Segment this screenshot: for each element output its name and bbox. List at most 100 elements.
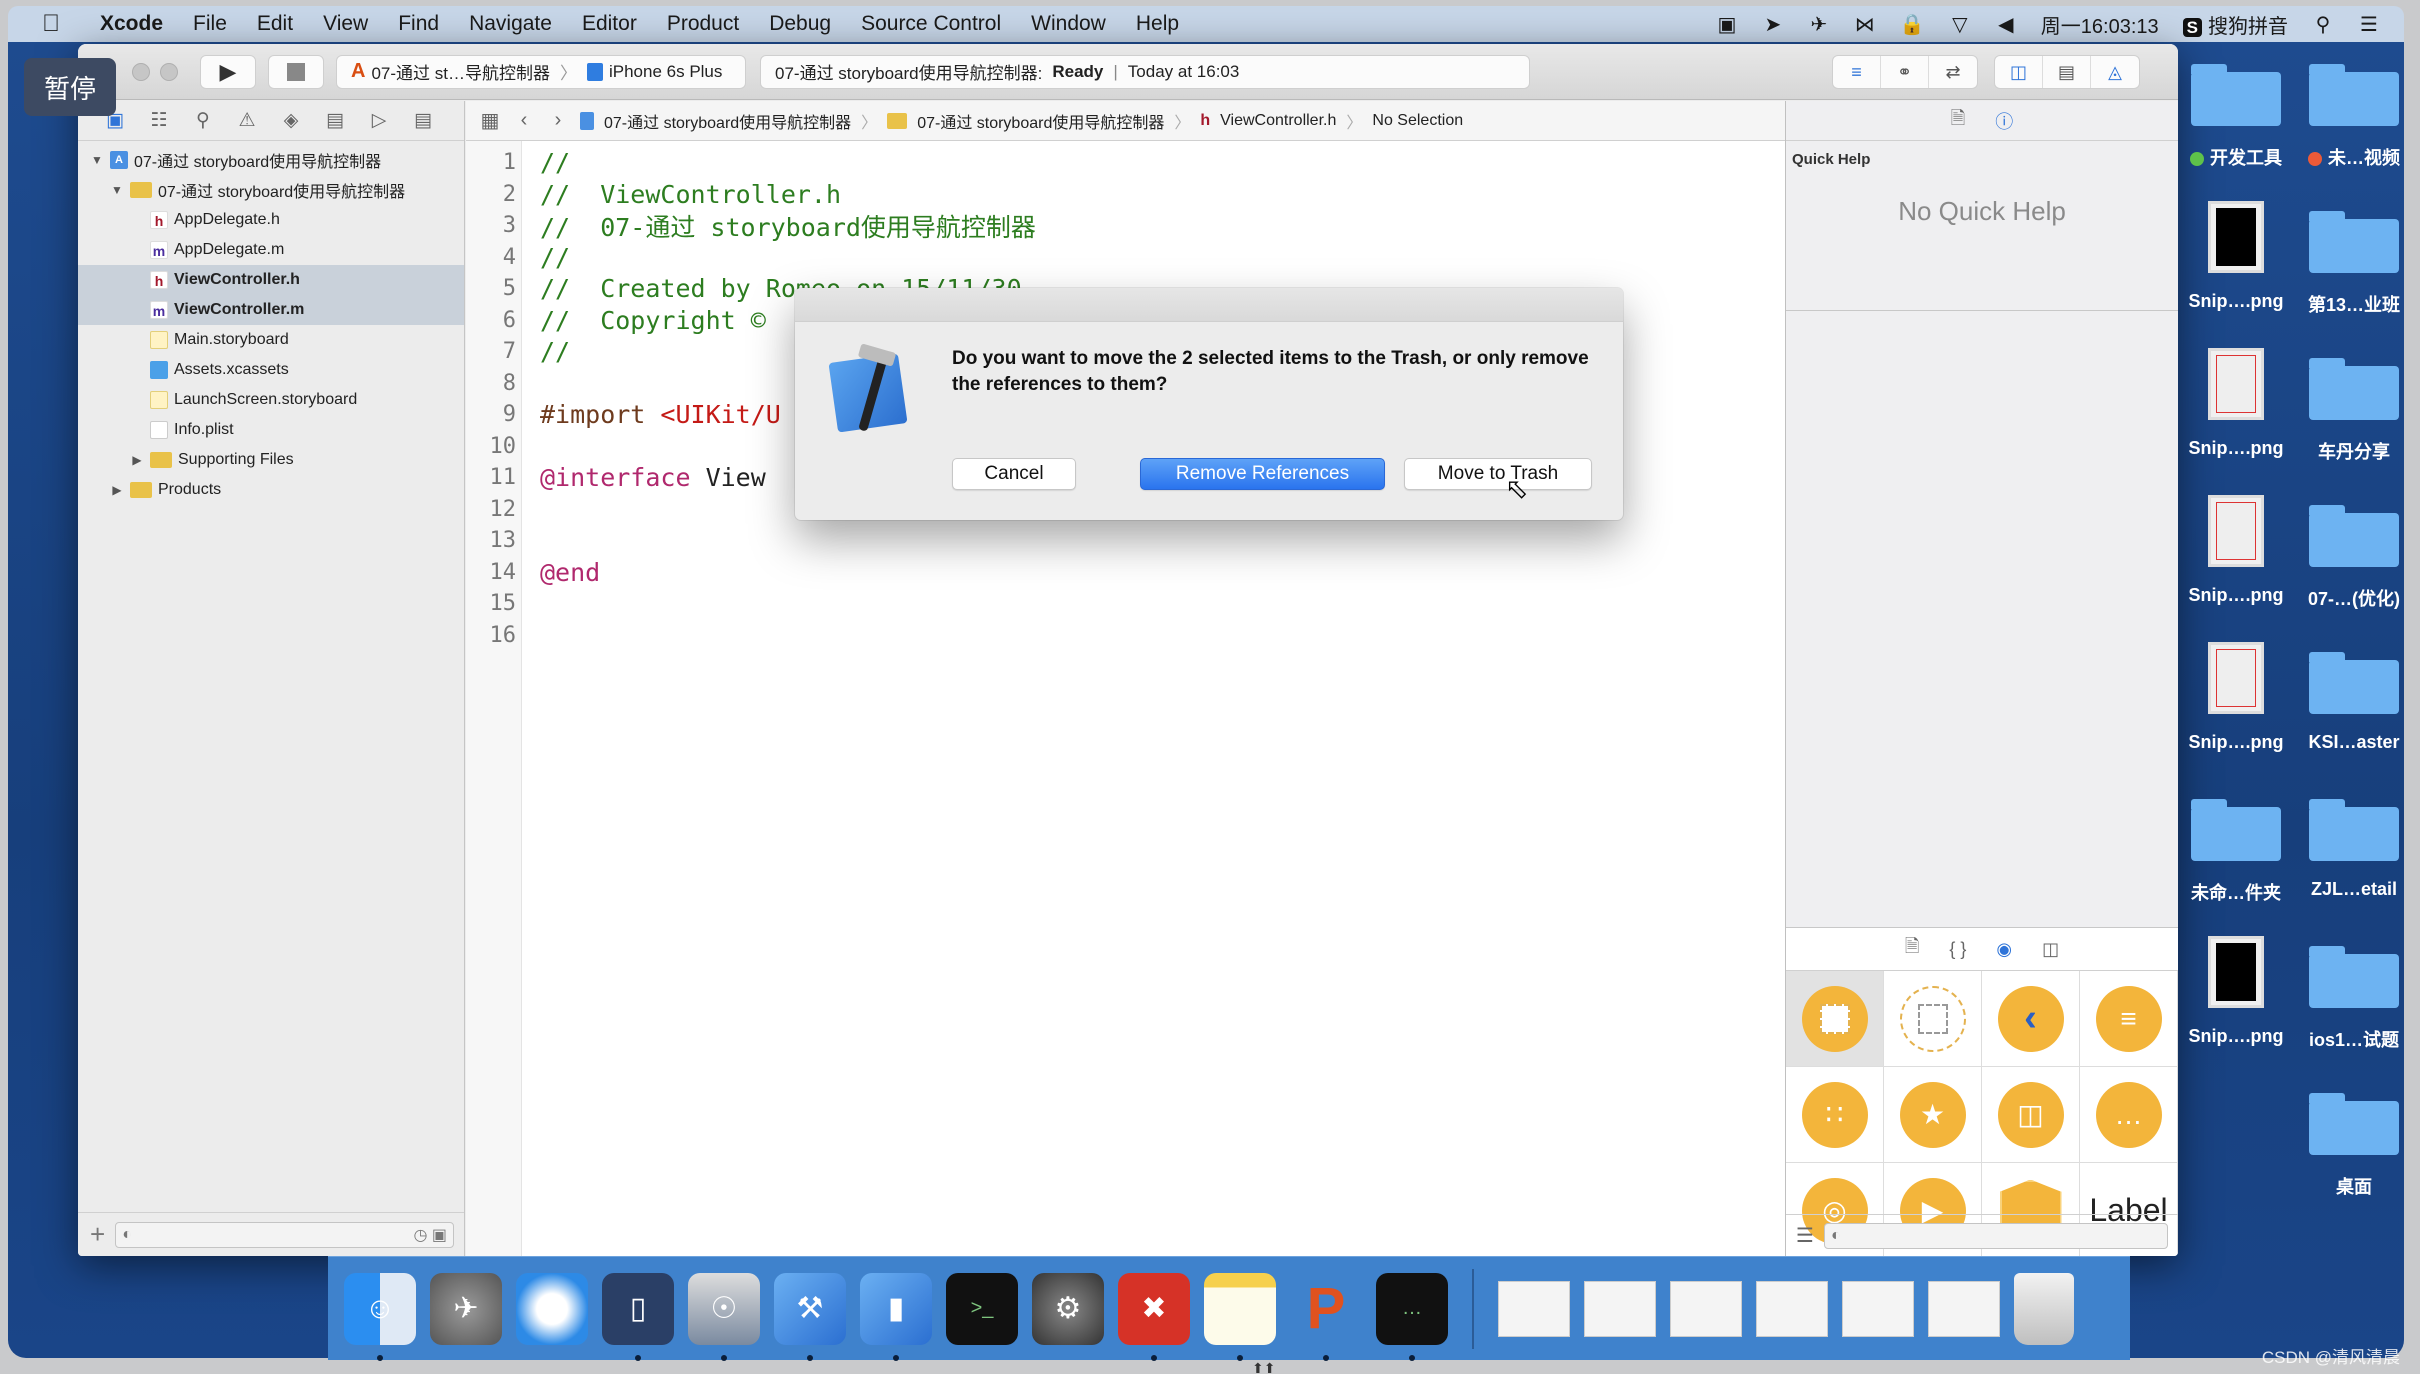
menu-editor[interactable]: Editor bbox=[582, 12, 637, 36]
file-tree-item[interactable]: ▶ Supporting Files bbox=[78, 445, 464, 475]
menu-window[interactable]: Window bbox=[1031, 12, 1106, 36]
dock-screen-recorder-icon[interactable]: ☉ bbox=[688, 1272, 760, 1361]
code-line[interactable]: 12 bbox=[466, 494, 540, 526]
code-line[interactable]: 15 bbox=[466, 588, 540, 620]
spotlight-search-icon[interactable]: ⚲ bbox=[2312, 12, 2334, 37]
breadcrumb-project[interactable]: 07-通过 storyboard使用导航控制器 bbox=[604, 109, 851, 133]
desktop-item[interactable]: 未…视频 bbox=[2296, 64, 2412, 170]
file-tree-item[interactable]: LaunchScreen.storyboard bbox=[78, 385, 464, 415]
move-to-trash-button[interactable]: Move to Trash bbox=[1404, 458, 1592, 490]
navigator-filter-input[interactable]: ◐ ◷ ▣ bbox=[115, 1221, 454, 1248]
file-tree-item[interactable]: m AppDelegate.m bbox=[78, 235, 464, 265]
code-line[interactable]: 14 @end bbox=[466, 557, 601, 589]
desktop-item[interactable]: 第13…业班 bbox=[2296, 211, 2412, 317]
code-line[interactable]: 16 bbox=[466, 620, 540, 652]
dock-simulator-icon[interactable]: ▮ bbox=[860, 1272, 932, 1361]
desktop-item[interactable]: ZJL…etail bbox=[2296, 799, 2412, 900]
related-items-icon[interactable]: ▦ bbox=[478, 108, 502, 133]
desktop-item[interactable]: Snip….png bbox=[2178, 201, 2294, 312]
menu-app-name[interactable]: Xcode bbox=[100, 12, 163, 36]
menu-debug[interactable]: Debug bbox=[769, 12, 831, 36]
dock-minimized-window[interactable] bbox=[1670, 1273, 1742, 1345]
code-line[interactable]: 6 // Copyright © bbox=[466, 305, 766, 337]
code-line[interactable]: 4 // bbox=[466, 242, 570, 274]
dock-minimized-window[interactable] bbox=[1842, 1273, 1914, 1345]
issue-navigator-icon[interactable]: ⚠ bbox=[236, 109, 258, 132]
library-item-split-view-controller[interactable]: ◫ bbox=[1982, 1067, 2080, 1163]
code-snippet-library-icon[interactable]: { } bbox=[1949, 939, 1966, 960]
dock-powerpoint-icon[interactable]: P bbox=[1290, 1273, 1362, 1361]
dock-xcode-icon[interactable]: ⚒ bbox=[774, 1272, 846, 1361]
dock-console-icon[interactable]: … bbox=[1376, 1272, 1448, 1361]
file-tree-item[interactable]: ▶ Products bbox=[78, 475, 464, 505]
code-line[interactable]: 7 // bbox=[466, 336, 570, 368]
library-filter-input[interactable]: ◐ bbox=[1823, 1222, 2168, 1249]
forward-arrow-icon[interactable]: › bbox=[546, 109, 570, 132]
scheme-selector[interactable]: A 07-通过 st…导航控制器 〉 iPhone 6s Plus bbox=[336, 54, 746, 89]
file-tree-item[interactable]: Assets.xcassets bbox=[78, 355, 464, 385]
desktop-item[interactable]: 开发工具 bbox=[2178, 64, 2294, 170]
desktop-item[interactable]: 未命…件夹 bbox=[2178, 799, 2294, 905]
file-tree-item[interactable]: ▼ 07-通过 storyboard使用导航控制器 bbox=[78, 175, 464, 205]
dock-mouse-utility-icon[interactable]: ▯ bbox=[602, 1272, 674, 1361]
library-item-tab-bar-controller[interactable]: ★ bbox=[1884, 1067, 1982, 1163]
library-item-storyboard-reference[interactable] bbox=[1884, 971, 1982, 1067]
cancel-button[interactable]: Cancel bbox=[952, 458, 1076, 490]
menu-view[interactable]: View bbox=[323, 12, 368, 36]
menu-help[interactable]: Help bbox=[1136, 12, 1179, 36]
dock-minimized-window[interactable] bbox=[1584, 1273, 1656, 1345]
apple-menu-icon[interactable]:  bbox=[42, 10, 76, 38]
menu-source-control[interactable]: Source Control bbox=[861, 12, 1001, 36]
stop-button[interactable] bbox=[268, 54, 324, 89]
assistant-editor-icon[interactable]: ⚭ bbox=[1881, 56, 1929, 88]
file-tree-item[interactable]: h AppDelegate.h bbox=[78, 205, 464, 235]
dock-minimized-window[interactable] bbox=[1756, 1273, 1828, 1345]
location-icon[interactable]: ➤ bbox=[1762, 12, 1784, 37]
screen-record-icon[interactable]: ▣ bbox=[1716, 12, 1738, 37]
desktop-item[interactable]: ios1…试题 bbox=[2296, 946, 2412, 1052]
menu-file[interactable]: File bbox=[193, 12, 227, 36]
close-window-button[interactable] bbox=[132, 62, 150, 81]
resize-handle-icon[interactable]: ⬆⬆ bbox=[1252, 1360, 1275, 1374]
run-button[interactable]: ▶ bbox=[200, 54, 256, 89]
desktop-item[interactable]: Snip….png bbox=[2178, 936, 2294, 1047]
volume-icon[interactable]: ◀ bbox=[1995, 12, 2017, 37]
symbol-navigator-icon[interactable]: ☷ bbox=[148, 109, 170, 132]
dock-system-preferences-icon[interactable]: ⚙ bbox=[1032, 1272, 1104, 1345]
desktop-item[interactable]: Snip….png bbox=[2178, 348, 2294, 459]
input-method[interactable]: S 搜狗拼音 bbox=[2182, 10, 2288, 39]
add-file-icon[interactable]: + bbox=[90, 1219, 105, 1250]
minimize-window-button[interactable] bbox=[160, 62, 178, 81]
desktop-item[interactable]: Snip….png bbox=[2178, 642, 2294, 753]
find-navigator-icon[interactable]: ⚲ bbox=[192, 109, 214, 132]
lock-icon[interactable]: 🔒 bbox=[1900, 12, 1925, 37]
code-line[interactable]: 8 bbox=[466, 368, 540, 400]
quick-help-icon[interactable]: ⓘ bbox=[1995, 108, 2013, 134]
media-library-icon[interactable]: ◫ bbox=[2042, 939, 2059, 960]
back-arrow-icon[interactable]: ‹ bbox=[512, 109, 536, 132]
menu-find[interactable]: Find bbox=[398, 12, 439, 36]
code-line[interactable]: 9 #import <UIKit/U bbox=[466, 399, 781, 431]
bluetooth-icon[interactable]: ⋈ bbox=[1854, 12, 1876, 37]
menu-navigate[interactable]: Navigate bbox=[469, 12, 552, 36]
disclosure-collapsed-icon[interactable]: ▶ bbox=[110, 483, 124, 497]
library-item-collection-view-controller[interactable]: ∷ bbox=[1786, 1067, 1884, 1163]
code-line[interactable]: 3 // 07-通过 storyboard使用导航控制器 bbox=[466, 210, 1036, 242]
version-editor-icon[interactable]: ⇄ bbox=[1929, 56, 1977, 88]
code-line[interactable]: 2 // ViewController.h bbox=[466, 179, 841, 211]
menu-edit[interactable]: Edit bbox=[257, 12, 293, 36]
desktop-item[interactable]: KSI…aster bbox=[2296, 652, 2412, 753]
disclosure-expanded-icon[interactable]: ▼ bbox=[90, 153, 104, 167]
desktop-item[interactable]: 07-…(优化) bbox=[2296, 505, 2412, 611]
dock-notes-icon[interactable] bbox=[1204, 1272, 1276, 1361]
disclosure-collapsed-icon[interactable]: ▶ bbox=[130, 453, 144, 467]
breadcrumb-file[interactable]: ViewController.h bbox=[1220, 112, 1336, 130]
dock-safari-icon[interactable]: ↗ bbox=[516, 1272, 588, 1345]
clock[interactable]: 周一16:03:13 bbox=[2041, 10, 2159, 39]
dock-launchpad-icon[interactable]: ✈ bbox=[430, 1272, 502, 1345]
pause-overlay-badge[interactable]: 暂停 bbox=[24, 58, 116, 116]
standard-editor-icon[interactable]: ≡ bbox=[1833, 56, 1881, 88]
dock-finder-icon[interactable]: ☺ bbox=[344, 1272, 416, 1361]
menu-product[interactable]: Product bbox=[667, 12, 739, 36]
code-line[interactable]: 1 // bbox=[466, 147, 570, 179]
